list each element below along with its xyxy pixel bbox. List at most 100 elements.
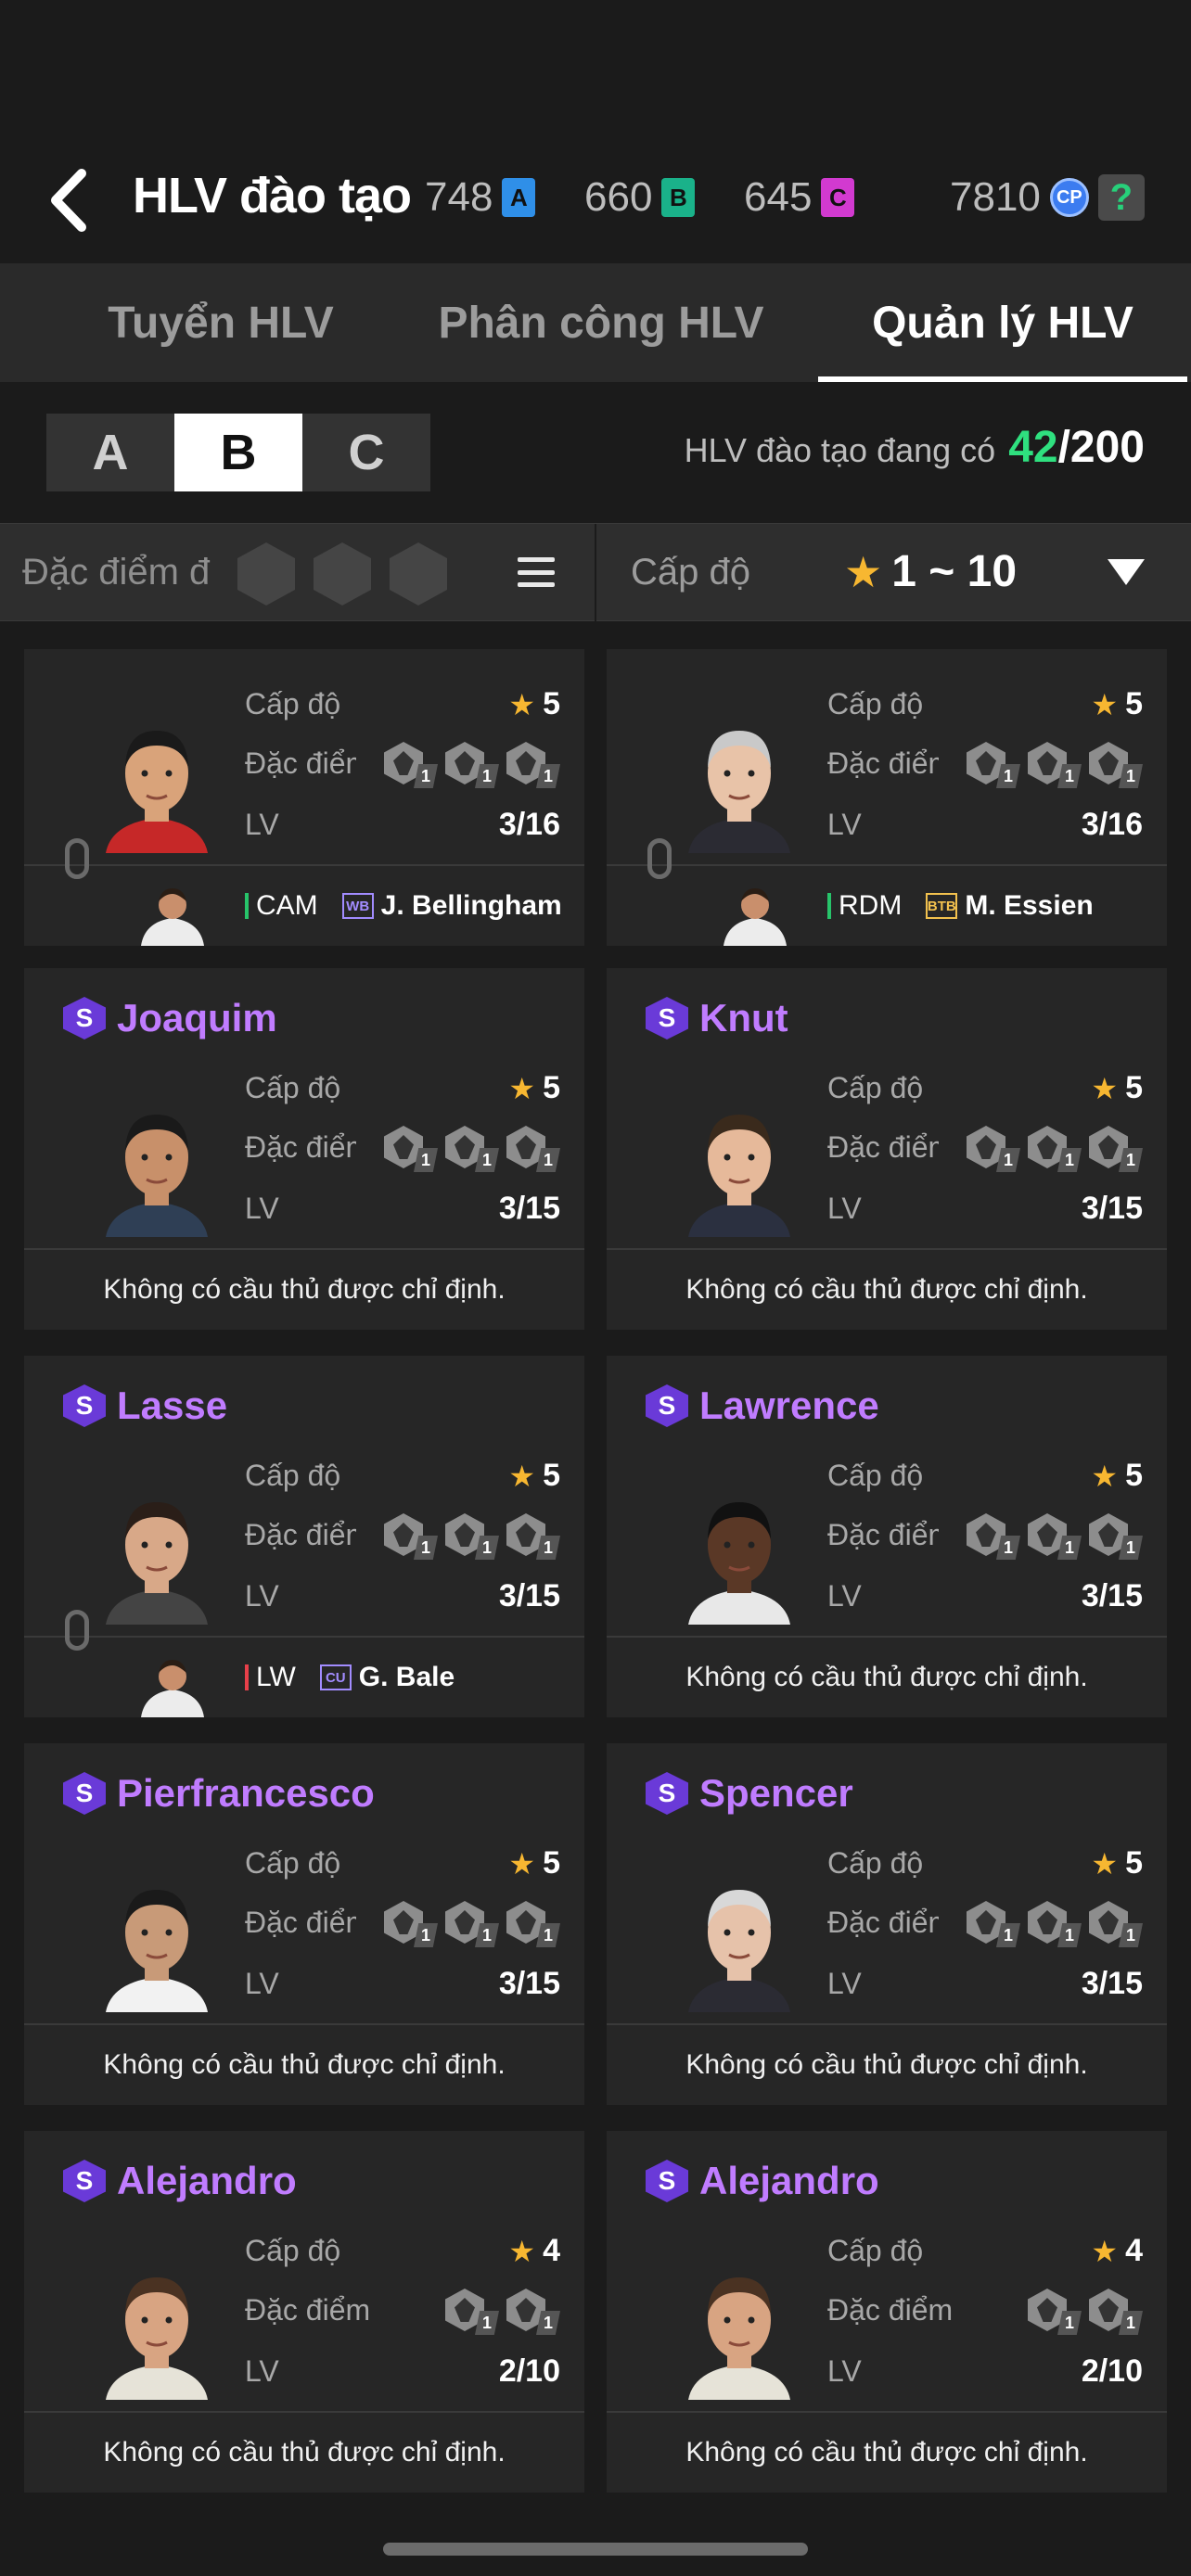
coach-name-row: S Alejandro (646, 2159, 879, 2203)
trait-icon[interactable]: 1 (1028, 1126, 1082, 1172)
trait-filter-label[interactable]: Đặc điểm đ (22, 552, 210, 593)
no-player-text: Không có cầu thủ được chỉ định. (685, 2049, 1088, 2080)
level-label: Cấp độ (827, 1846, 924, 1880)
trait-icon[interactable]: 1 (967, 742, 1020, 788)
star-icon: ★ (1091, 1846, 1119, 1881)
trait-icon[interactable]: 1 (967, 1901, 1020, 1947)
trait-icon[interactable]: 1 (1089, 2289, 1143, 2335)
coach-portrait (106, 1502, 208, 1625)
coach-card[interactable]: SPierfrancesco Cấp độ★5Đặc điểm111LV3/15… (24, 1743, 584, 2105)
grade-selector: A B C (46, 414, 430, 491)
tab-recruit-coach[interactable]: Tuyển HLV (63, 263, 378, 382)
trait-icon[interactable]: 1 (384, 1901, 438, 1947)
home-indicator[interactable] (383, 2543, 808, 2556)
coach-lv-row: LV 3/15 (245, 1191, 560, 1227)
coach-lv-row: LV 3/16 (827, 807, 1143, 843)
assigned-player[interactable]: RDM BTB M. Essien (607, 838, 1167, 946)
no-player-text: Không có cầu thủ được chỉ định. (685, 1662, 1088, 1692)
trait-icon[interactable]: 1 (506, 742, 560, 788)
level-label: Cấp độ (245, 1459, 341, 1492)
coach-trait-row: Đặc điểm111 (245, 1513, 560, 1560)
trait-slot-3-icon[interactable] (390, 542, 447, 606)
coach-level-row: Cấp độ ★ 5 (245, 1070, 560, 1106)
trait-icon[interactable]: 1 (967, 1126, 1020, 1172)
coach-lv: 3/15 (498, 1578, 560, 1613)
trait-icon[interactable]: 1 (445, 742, 499, 788)
trait-icon[interactable]: 1 (506, 1901, 560, 1947)
coach-card[interactable]: SLawrence Cấp độ★5Đặc điểm111LV3/15Không… (607, 1356, 1167, 1717)
tab-manage-coach[interactable]: Quản lý HLV (818, 263, 1187, 382)
trait-icon[interactable]: 1 (1028, 742, 1082, 788)
player-name: G. Bale (358, 1662, 455, 1692)
lv-label: LV (245, 1579, 279, 1613)
trait-icon[interactable]: 1 (384, 742, 438, 788)
coach-card[interactable]: S Alejandro Cấp độ ★ 4 Đặc điểm 1 1 LV 2/10 Không… (24, 2131, 584, 2493)
grade-c-button[interactable]: C (302, 414, 430, 491)
assigned-player[interactable]: LW CU G. Bale (24, 1610, 584, 1717)
coach-portrait (106, 1115, 208, 1237)
coach-lv-row: LV 3/15 (827, 1966, 1143, 2002)
level-filter-label: Cấp độ (631, 552, 750, 593)
trait-icon[interactable]: 1 (445, 1901, 499, 1947)
help-button[interactable]: ? (1097, 174, 1145, 221)
chevron-left-icon (51, 169, 86, 232)
coach-level-row: Cấp độ ★ 4 (827, 2233, 1143, 2269)
trait-slot-1-icon[interactable] (237, 542, 295, 606)
coach-lv: 3/16 (1081, 807, 1143, 842)
star-icon: ★ (508, 1846, 536, 1881)
trait-icon[interactable]: 1 (967, 1513, 1020, 1560)
coach-name: Joaquim (117, 996, 277, 1039)
trait-icon[interactable]: 1 (1089, 1901, 1143, 1947)
coach-card[interactable]: SLasse Cấp độ★5Đặc điểm111LV3/15 LW CU G… (24, 1356, 584, 1717)
trait-icon[interactable]: 1 (445, 1126, 499, 1172)
lv-label: LV (827, 1967, 862, 2000)
coach-lv: 3/15 (498, 1191, 560, 1226)
trait-icon[interactable]: 1 (1028, 2289, 1082, 2335)
trait-icon[interactable]: 1 (1028, 1513, 1082, 1560)
currency-cp: 7810 CP ? (950, 174, 1145, 221)
coach-stars: 4 (1125, 2233, 1143, 2268)
back-button[interactable] (35, 163, 100, 237)
coach-card[interactable]: Cấp độ★5Đặc điểm111LV3/16 RDM BTB M. Ess… (607, 649, 1167, 946)
trait-icon[interactable]: 1 (506, 1513, 560, 1560)
trait-icon[interactable]: 1 (445, 2289, 499, 2335)
trait-label: Đặc điểm (245, 1905, 356, 1939)
level-label: Cấp độ (245, 687, 341, 721)
trait-icon[interactable]: 1 (384, 1513, 438, 1560)
grade-b-button[interactable]: B (174, 414, 302, 491)
dropdown-caret-icon[interactable] (1108, 559, 1145, 585)
coach-stars: 5 (1125, 1070, 1143, 1105)
position-marker (827, 893, 831, 919)
trait-icon[interactable]: 1 (1089, 1126, 1143, 1172)
trait-icon[interactable]: 1 (1089, 1513, 1143, 1560)
currency-c: 645 C (744, 174, 855, 221)
coach-lv: 3/15 (1081, 1191, 1143, 1226)
coach-card[interactable]: Cấp độ★5Đặc điểm111LV3/16 CAM WB J. Bell… (24, 649, 584, 946)
grade-a-button[interactable]: A (46, 414, 174, 491)
trait-icon[interactable]: 1 (445, 1513, 499, 1560)
level-range[interactable]: ★ 1 ~ 10 (844, 546, 1017, 597)
coach-portrait (106, 731, 208, 853)
owned-counter: HLV đào tạo đang có 42/200 (685, 422, 1145, 473)
coach-card[interactable]: SJoaquim Cấp độ★5Đặc điểm111LV3/15Không … (24, 968, 584, 1330)
trait-slot-2-icon[interactable] (314, 542, 371, 606)
coach-level-row: Cấp độ ★ 5 (245, 1458, 560, 1494)
trait-icon[interactable]: 1 (1089, 742, 1143, 788)
coach-lv-row: LV 2/10 (827, 2353, 1143, 2390)
link-icon (647, 838, 672, 879)
owned-total: /200 (1057, 423, 1145, 472)
menu-icon[interactable] (518, 557, 555, 587)
special-badge-icon: S (646, 1772, 688, 1815)
star-icon: ★ (508, 687, 536, 721)
trait-icon[interactable]: 1 (506, 1126, 560, 1172)
page-title: HLV đào tạo (133, 168, 412, 223)
assigned-player[interactable]: CAM WB J. Bellingham (24, 838, 584, 946)
coach-name: Lasse (117, 1384, 228, 1427)
coach-card[interactable]: SSpencer Cấp độ★5Đặc điểm111LV3/15Không … (607, 1743, 1167, 2105)
coach-card[interactable]: S Alejandro Cấp độ ★ 4 Đặc điểm 1 1 LV 2/10 Không… (607, 2131, 1167, 2493)
tab-assign-coach[interactable]: Phân công HLV (406, 263, 796, 382)
trait-icon[interactable]: 1 (506, 2289, 560, 2335)
trait-icon[interactable]: 1 (1028, 1901, 1082, 1947)
trait-icon[interactable]: 1 (384, 1126, 438, 1172)
coach-card[interactable]: SKnut Cấp độ★5Đặc điểm111LV3/15Không có … (607, 968, 1167, 1330)
